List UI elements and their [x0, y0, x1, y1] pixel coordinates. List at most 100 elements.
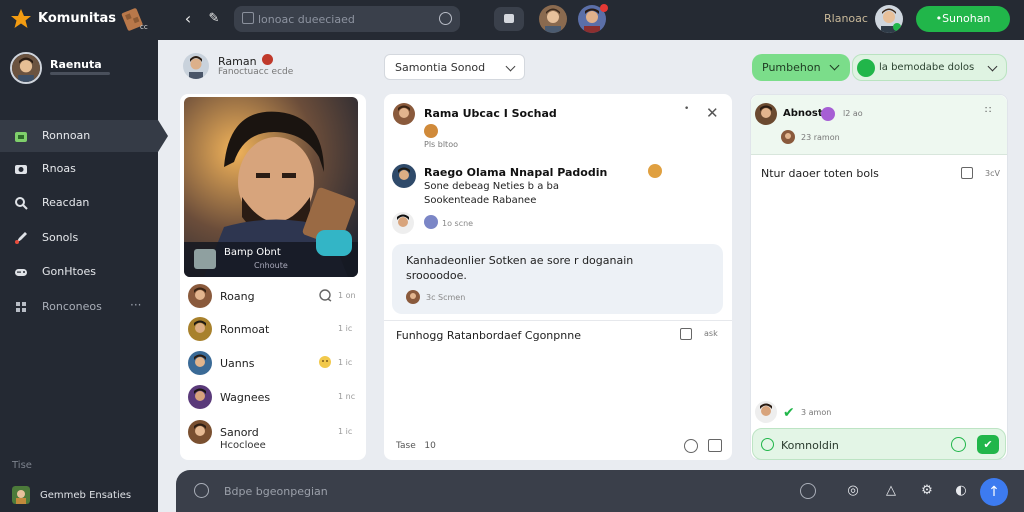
sidebar-item-games[interactable]: GonHtoes: [0, 256, 158, 288]
list-item[interactable]: Uanns 1 ic: [180, 347, 366, 380]
filter-dropdown[interactable]: la bemodabe dolos: [852, 54, 1007, 81]
post-time: 3cV: [985, 169, 1000, 178]
more-icon[interactable]: •: [684, 104, 689, 114]
search-icon: [242, 12, 254, 24]
profile-avatar[interactable]: [183, 53, 209, 79]
sidebar: Raenuta Ronnoan Rnoas Reacdan Sonols Gon…: [0, 40, 168, 512]
avatar[interactable]: [755, 103, 777, 125]
badge-icon: [821, 107, 835, 121]
avatar: [188, 284, 212, 308]
image-icon[interactable]: [708, 439, 722, 452]
status-dropdown[interactable]: Samontia Sonod: [384, 54, 525, 80]
composer-input[interactable]: [224, 483, 624, 499]
avatar[interactable]: [392, 164, 416, 188]
more-icon[interactable]: ···: [130, 298, 141, 312]
edit-icon[interactable]: ✎: [204, 9, 224, 29]
gear-icon[interactable]: ⚙: [918, 482, 936, 500]
avatar: [188, 385, 212, 409]
activity-time: 23 ramon: [801, 133, 840, 142]
sidebar-user-name: Raenuta: [50, 58, 102, 71]
comment-input-bar[interactable]: ✔: [752, 428, 1006, 460]
triangle-icon[interactable]: △: [882, 482, 900, 500]
group-icon: [12, 486, 30, 504]
message-text: Sone debeag Neties b a ba: [424, 181, 559, 192]
sidebar-item-label: GonHtoes: [42, 265, 97, 278]
avatar-friend-1[interactable]: [539, 5, 567, 33]
chevron-down-icon: [505, 61, 516, 72]
friend-name: Uanns: [220, 357, 255, 370]
sidebar-item-label: Reacdan: [42, 196, 90, 209]
sidebar-item-rocket[interactable]: Sonols: [0, 222, 158, 254]
top-search-input[interactable]: [258, 11, 428, 27]
list-item[interactable]: Sanord 1 ic Hcocloee: [180, 416, 366, 451]
reaction-icon: [424, 215, 438, 229]
svg-text:cc: cc: [140, 23, 148, 31]
post-time: 3 amon: [801, 408, 832, 417]
chat-panel: Rama Ubcac I Sochad Pls bltoo • ✕ Raego …: [384, 94, 732, 460]
list-item[interactable]: Ronmoat 1 ic: [180, 313, 366, 346]
camera-button[interactable]: [494, 7, 524, 31]
friend-time: 1 ic: [338, 358, 353, 367]
send-button[interactable]: ↑: [980, 478, 1008, 506]
back-arrow-icon[interactable]: ‹: [178, 9, 198, 29]
sidebar-section-label: Tise: [12, 460, 32, 471]
post-text: Ntur daoer toten bols: [761, 167, 879, 180]
close-icon[interactable]: ✕: [706, 104, 719, 122]
send-check-button[interactable]: ✔: [977, 435, 999, 454]
friend-name: Roang: [220, 290, 255, 303]
sidebar-group-label[interactable]: Gemmeb Ensaties: [40, 490, 131, 501]
sidebar-item-label: Rnoas: [42, 162, 76, 175]
sidebar-user-avatar[interactable]: [10, 52, 42, 84]
app-title: Komunitas: [38, 11, 117, 26]
avatar[interactable]: [755, 401, 777, 423]
emoji-icon[interactable]: [684, 439, 698, 453]
hero-action-button[interactable]: [316, 230, 352, 256]
brand-label: Rlanoac: [824, 12, 868, 25]
search-icon: [15, 197, 28, 210]
attach-icon[interactable]: [680, 328, 692, 340]
friend-name: Ronmoat: [220, 323, 270, 336]
list-item[interactable]: Wagnees 1 nc: [180, 381, 366, 414]
more-icon[interactable]: ∷: [985, 105, 991, 116]
chevron-down-icon: [829, 60, 840, 71]
search-icon: [761, 438, 774, 451]
sidebar-item-photos[interactable]: Rnoas: [0, 153, 158, 185]
reply-box[interactable]: Funhogg Ratanbordaef Cgonpnne ask Tase 1…: [384, 320, 732, 460]
avatar[interactable]: [392, 212, 414, 234]
avatar-user[interactable]: [875, 5, 903, 33]
mic-icon[interactable]: ◎: [844, 482, 862, 500]
sidebar-item-home[interactable]: Ronnoan: [0, 120, 168, 152]
sidebar-item-puzzle[interactable]: Ronconeos ···: [0, 291, 158, 323]
emoji-icon[interactable]: [800, 483, 816, 499]
top-search-bar[interactable]: [234, 6, 460, 32]
share-button[interactable]: •Sunohan: [916, 6, 1010, 32]
help-icon[interactable]: ◐: [952, 482, 970, 500]
avatar[interactable]: [393, 103, 415, 125]
filter-dropdown-value: la bemodabe dolos: [879, 62, 975, 73]
avatar: [188, 420, 212, 444]
rocket-icon: [15, 232, 27, 244]
emoji-icon: [424, 124, 438, 138]
emoji-icon[interactable]: [318, 355, 332, 369]
gamepad-icon: [15, 269, 27, 276]
add-icon[interactable]: [194, 483, 209, 498]
game-icon: [194, 249, 216, 269]
clock-icon[interactable]: [439, 12, 452, 25]
attach-icon[interactable]: [961, 167, 973, 179]
list-item[interactable]: Roang 1 on: [180, 280, 366, 313]
emoji-icon[interactable]: [951, 437, 966, 452]
comment-input[interactable]: [781, 437, 941, 453]
hero-card[interactable]: Bamp Obnt Cnhoute: [184, 97, 358, 277]
top-bar: Komunitas cc ‹ ✎ Rlanoac •Sunohan: [0, 0, 1024, 40]
activity-header: Abnost l2 ao ∷ 23 ramon: [751, 95, 1007, 155]
avatar: [188, 317, 212, 341]
sidebar-item-search[interactable]: Reacdan: [0, 187, 158, 219]
reply-footer: Tase 10: [396, 441, 436, 451]
chat-icon[interactable]: [318, 288, 332, 302]
category-dropdown[interactable]: Pumbehon: [752, 54, 850, 81]
friends-panel: Bamp Obnt Cnhoute Roang 1 on Ronmoat 1 i…: [180, 94, 366, 460]
message-time: 1o scne: [442, 219, 474, 228]
sidebar-item-label: Ronnoan: [42, 129, 91, 142]
check-icon: ✔: [783, 405, 795, 421]
friend-name: Sanord: [220, 426, 259, 439]
